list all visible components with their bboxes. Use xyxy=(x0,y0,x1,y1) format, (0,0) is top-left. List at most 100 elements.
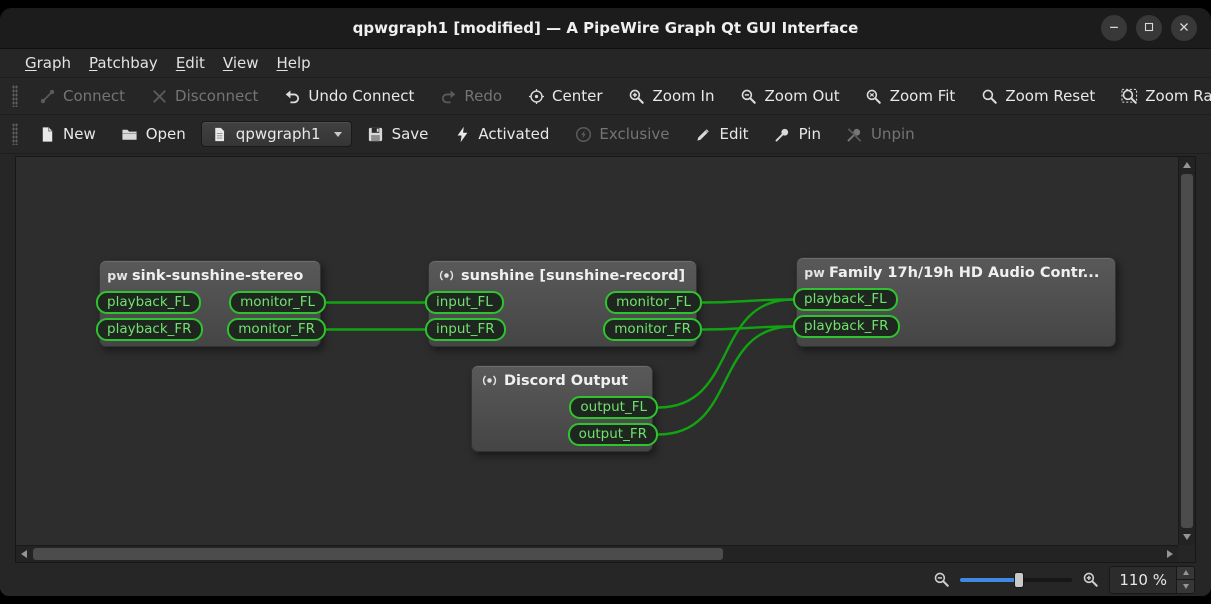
port-sunshine-input-fr[interactable]: input_FR xyxy=(425,318,506,341)
activated-button[interactable]: Activated xyxy=(443,120,559,148)
disconnect-label: Disconnect xyxy=(175,87,258,105)
connect-icon xyxy=(38,87,56,105)
zoom-fit-icon xyxy=(865,87,883,105)
spin-down-icon xyxy=(1183,584,1189,589)
exclusive-icon xyxy=(574,125,592,143)
scroll-down-button[interactable] xyxy=(1179,529,1195,545)
redo-button[interactable]: Redo xyxy=(429,82,512,110)
port-discord-output-fr[interactable]: output_FR xyxy=(568,423,658,446)
connect-label: Connect xyxy=(63,87,125,105)
zoom-in-icon xyxy=(1082,571,1099,588)
scroll-left-icon xyxy=(21,550,27,558)
scrollbar-horizontal[interactable] xyxy=(16,545,1178,562)
close-button[interactable] xyxy=(1171,15,1197,41)
zoom-fit-button[interactable]: Zoom Fit xyxy=(855,82,966,110)
minimize-button[interactable] xyxy=(1101,15,1127,41)
unpin-button[interactable]: Unpin xyxy=(836,120,925,148)
redo-label: Redo xyxy=(464,87,502,105)
zoom-slider-handle[interactable] xyxy=(1014,572,1024,588)
zoom-in-label: Zoom In xyxy=(653,87,715,105)
port-sink-playback-fl[interactable]: playback_FL xyxy=(96,291,201,314)
node-header[interactable]: Discord Output xyxy=(472,366,652,391)
activated-icon xyxy=(453,125,471,143)
zoom-slider[interactable] xyxy=(960,571,1072,589)
zoom-spin-arrows xyxy=(1176,567,1194,593)
port-sink-playback-fr[interactable]: playback_FR xyxy=(96,318,203,341)
graph-node-sink[interactable]: pwsink-sunshine-stereoplayback_FLplaybac… xyxy=(99,260,321,347)
node-header[interactable]: pwsink-sunshine-stereo xyxy=(100,261,320,286)
port-family-playback-fr[interactable]: playback_FR xyxy=(793,315,900,338)
window-controls xyxy=(1101,8,1197,48)
undo-connect-button[interactable]: Undo Connect xyxy=(273,82,424,110)
zoom-range-button[interactable]: Zoom Range xyxy=(1110,82,1211,110)
zoom-value[interactable]: 110 % xyxy=(1110,567,1176,593)
new-button[interactable]: New xyxy=(28,120,106,148)
node-header[interactable]: pwFamily 17h/19h HD Audio Contr... xyxy=(797,258,1115,283)
node-ports: playback_FLplayback_FRmonitor_FLmonitor_… xyxy=(100,291,320,341)
menu-patchbay[interactable]: Patchbay xyxy=(80,51,167,75)
menu-help[interactable]: Help xyxy=(267,51,319,75)
edit-button[interactable]: Edit xyxy=(685,120,759,148)
undo-icon xyxy=(283,87,301,105)
graph-node-sunshine[interactable]: sunshine [sunshine-record] input_FL input_… xyxy=(428,260,697,347)
zoom-in-button[interactable]: Zoom In xyxy=(618,82,725,110)
scrollbar-vertical[interactable] xyxy=(1178,157,1195,545)
input-ports: playback_FLplayback_FR xyxy=(797,288,900,338)
save-label: Save xyxy=(392,125,429,143)
edit-label: Edit xyxy=(720,125,749,143)
zoom-spinbox[interactable]: 110 % xyxy=(1109,566,1195,594)
port-discord-output-fl[interactable]: output_FL xyxy=(569,396,658,419)
maximize-button[interactable] xyxy=(1136,15,1162,41)
zoom-reset-button[interactable]: Zoom Reset xyxy=(970,82,1105,110)
exclusive-button[interactable]: Exclusive xyxy=(564,120,679,148)
file-icon xyxy=(211,125,229,143)
scroll-up-button[interactable] xyxy=(1179,157,1195,173)
graph-node-family[interactable]: pwFamily 17h/19h HD Audio Contr... playba… xyxy=(796,257,1116,347)
scrollbar-vertical-thumb[interactable] xyxy=(1181,174,1193,528)
center-button[interactable]: Center xyxy=(517,82,613,110)
menu-view[interactable]: View xyxy=(214,51,268,75)
center-icon xyxy=(527,87,545,105)
port-sunshine-monitor-fl[interactable]: monitor_FL xyxy=(605,291,702,314)
scrollbar-horizontal-thumb[interactable] xyxy=(33,548,723,560)
record-icon xyxy=(438,267,455,284)
pin-button[interactable]: Pin xyxy=(764,120,831,148)
port-family-playback-fl[interactable]: playback_FL xyxy=(793,288,898,311)
port-sink-monitor-fr[interactable]: monitor_FR xyxy=(227,318,326,341)
save-button[interactable]: Save xyxy=(357,120,439,148)
connect-button[interactable]: Connect xyxy=(28,82,135,110)
zoom-out-button[interactable]: Zoom Out xyxy=(729,82,849,110)
titlebar[interactable]: qpwgraph1 [modified] — A PipeWire Graph … xyxy=(0,8,1211,49)
save-icon xyxy=(367,125,385,143)
exclusive-label: Exclusive xyxy=(599,125,669,143)
graph-node-discord[interactable]: Discord Output output_FLoutput_FR xyxy=(471,365,653,452)
maximize-icon xyxy=(1142,19,1156,38)
close-icon xyxy=(1177,19,1191,38)
activated-label: Activated xyxy=(478,125,549,143)
disconnect-button[interactable]: Disconnect xyxy=(140,82,268,110)
output-ports: output_FLoutput_FR xyxy=(568,396,652,446)
toolbar-main: Connect Disconnect Undo Connect Redo Center Z… xyxy=(0,78,1211,115)
node-ports: playback_FLplayback_FR xyxy=(797,288,1115,338)
scroll-left-button[interactable] xyxy=(16,546,32,562)
graph-canvas-content[interactable]: pwsink-sunshine-stereoplayback_FLplaybac… xyxy=(16,157,1178,545)
open-button[interactable]: Open xyxy=(111,120,196,148)
zoom-out-icon xyxy=(933,571,950,588)
scroll-down-icon xyxy=(1183,534,1191,540)
menu-graph[interactable]: Graph xyxy=(16,51,80,75)
toolbar-handle[interactable] xyxy=(12,85,18,107)
zoom-spin-up-button[interactable] xyxy=(1177,567,1194,580)
toolbar-handle[interactable] xyxy=(12,123,18,145)
scroll-right-button[interactable] xyxy=(1162,546,1178,562)
zoom-spin-down-button[interactable] xyxy=(1177,579,1194,593)
unpin-label: Unpin xyxy=(871,125,915,143)
node-header[interactable]: sunshine [sunshine-record] xyxy=(429,261,696,286)
menu-edit[interactable]: Edit xyxy=(167,51,214,75)
qpwgraph1-combo[interactable]: qpwgraph1 xyxy=(201,121,352,147)
disconnect-icon xyxy=(150,87,168,105)
port-sunshine-monitor-fr[interactable]: monitor_FR xyxy=(603,318,702,341)
port-sunshine-input-fl[interactable]: input_FL xyxy=(425,291,504,314)
port-sink-monitor-fl[interactable]: monitor_FL xyxy=(229,291,326,314)
redo-icon xyxy=(439,87,457,105)
zoom-range-label: Zoom Range xyxy=(1145,87,1211,105)
